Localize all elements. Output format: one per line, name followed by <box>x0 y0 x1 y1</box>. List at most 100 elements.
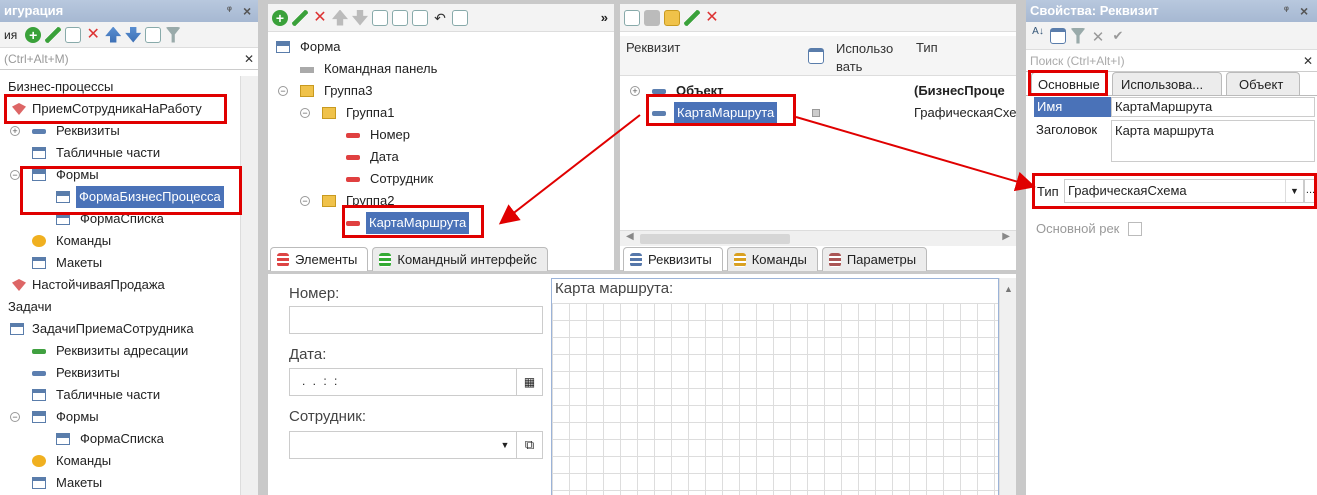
config-search-input[interactable]: (Ctrl+Alt+M) ✕ <box>0 48 258 70</box>
tab-usage[interactable]: Использова... <box>1112 72 1222 96</box>
attr-row-object[interactable]: + Объект (БизнесПроце <box>620 80 1016 102</box>
element-data[interactable]: Дата <box>268 146 614 168</box>
tree-item-rekvizity[interactable]: + Реквизиты <box>0 120 240 142</box>
tab-command-interface[interactable]: Командный интерфейс <box>372 247 548 271</box>
col-use[interactable]: Использо вать <box>836 40 906 76</box>
filter-icon[interactable] <box>165 26 182 43</box>
edit-icon[interactable] <box>45 26 62 43</box>
more-icon[interactable]: » <box>601 10 608 25</box>
tree-item-forma-bp[interactable]: ФормаБизнесПроцесса <box>0 186 240 208</box>
element-command-panel[interactable]: Командная панель <box>268 58 614 80</box>
tree-item-commands-2[interactable]: Команды <box>0 450 240 472</box>
tree-item-business-processes[interactable]: Бизнес-процессы <box>0 76 240 98</box>
tree-item-rekvizity-2[interactable]: Реквизиты <box>0 362 240 384</box>
add-icon[interactable]: + <box>25 26 42 43</box>
move-up-icon[interactable] <box>332 9 348 26</box>
prop-name-input[interactable]: КартаМаршрута <box>1111 97 1315 117</box>
collapse-icon[interactable]: − <box>300 108 310 118</box>
tree-item-commands[interactable]: Команды <box>0 230 240 252</box>
tree-item-tabular-2[interactable]: Табличные части <box>0 384 240 406</box>
properties-search-input[interactable]: Поиск (Ctrl+Alt+I) ✕ <box>1026 50 1317 72</box>
use-checkbox[interactable] <box>812 109 820 117</box>
group-icon[interactable] <box>412 9 428 26</box>
clear-search-icon[interactable]: ✕ <box>244 48 254 70</box>
config-scrollbar[interactable] <box>240 76 258 495</box>
tree-item-tabular[interactable]: Табличные части <box>0 142 240 164</box>
scroll-left-icon[interactable]: ◀ <box>626 231 634 242</box>
pin-icon[interactable]: ᵠ <box>227 0 232 22</box>
sort-icon[interactable]: A↓ <box>1030 26 1046 44</box>
element-group2[interactable]: − Группа2 <box>268 190 614 212</box>
prop-title-input[interactable]: Карта маршрута <box>1111 120 1315 162</box>
dropdown-icon[interactable]: ▼ <box>1285 180 1303 202</box>
add-column-icon[interactable] <box>644 9 660 26</box>
close-icon[interactable]: × <box>1300 0 1308 22</box>
tree-item-forms-2[interactable]: − Формы <box>0 406 240 428</box>
tab-parameters[interactable]: Параметры <box>821 247 928 271</box>
collapse-icon[interactable]: − <box>278 86 288 96</box>
type-select-button[interactable]: ... <box>1304 179 1317 203</box>
element-nomer[interactable]: Номер <box>268 124 614 146</box>
nomer-input[interactable] <box>289 306 543 334</box>
apply-icon[interactable]: ✔ <box>1110 28 1126 44</box>
tree-item-priem[interactable]: ПриемСотрудникаНаРаботу <box>0 98 240 120</box>
collapse-icon[interactable]: − <box>10 170 20 180</box>
form-settings-icon[interactable] <box>372 9 388 26</box>
attr-row-karta[interactable]: КартаМаршрута ГрафическаяСхе <box>620 102 1016 124</box>
undo-icon[interactable]: ↶ <box>432 10 448 26</box>
col-rekvizit[interactable]: Реквизит <box>626 40 680 55</box>
scroll-thumb[interactable] <box>640 234 790 244</box>
check-icon[interactable] <box>452 9 468 26</box>
tree-item-addressing[interactable]: Реквизиты адресации <box>0 340 240 362</box>
collapse-icon[interactable]: − <box>300 196 310 206</box>
tree-item-task-priem[interactable]: ЗадачиПриемаСотрудника <box>0 318 240 340</box>
map-grid[interactable] <box>552 303 998 495</box>
scroll-up-icon[interactable]: ▲ <box>1004 284 1013 294</box>
scroll-right-icon[interactable]: ▶ <box>1002 231 1010 242</box>
collapse-icon[interactable]: − <box>10 412 20 422</box>
tree-item-forms[interactable]: − Формы <box>0 164 240 186</box>
element-group1[interactable]: − Группа1 <box>268 102 614 124</box>
move-down-icon[interactable] <box>125 26 142 43</box>
delete-icon[interactable]: ✕ <box>312 9 328 26</box>
attributes-hscroll[interactable]: ◀ ▶ <box>620 230 1016 246</box>
element-group3[interactable]: − Группа3 <box>268 80 614 102</box>
add-attribute-icon[interactable] <box>624 9 640 26</box>
tab-attributes[interactable]: Реквизиты <box>623 247 723 271</box>
tab-elements[interactable]: Элементы <box>270 247 369 271</box>
calendar-icon[interactable]: ▦ <box>516 369 542 395</box>
element-form[interactable]: Форма <box>268 36 614 58</box>
element-sotrudnik[interactable]: Сотрудник <box>268 168 614 190</box>
preview-scrollbar[interactable]: ▲ <box>999 278 1016 495</box>
tab-commands[interactable]: Команды <box>726 247 818 271</box>
add-group-icon[interactable] <box>664 9 680 26</box>
actions-menu[interactable]: ия <box>4 28 17 42</box>
sotrudnik-input[interactable]: ▼ ⧉ <box>289 431 543 459</box>
tree-item-forma-spiska-2[interactable]: ФормаСписка <box>0 428 240 450</box>
expand-icon[interactable]: + <box>10 126 20 136</box>
tab-main[interactable]: Основные <box>1031 72 1108 96</box>
list-icon[interactable] <box>145 26 162 43</box>
tree-item-tasks[interactable]: Задачи <box>0 296 240 318</box>
edit-icon[interactable] <box>292 9 308 26</box>
edit-icon[interactable] <box>684 9 700 26</box>
close-icon[interactable]: × <box>243 0 251 22</box>
tree-item-forma-spiska[interactable]: ФормаСписка <box>0 208 240 230</box>
open-icon[interactable]: ⧉ <box>516 432 542 458</box>
dropdown-icon[interactable]: ▼ <box>494 432 516 458</box>
element-karta[interactable]: КартаМаршрута <box>268 212 614 234</box>
move-up-icon[interactable] <box>105 26 122 43</box>
data-input[interactable]: . . : : ▦ <box>289 368 543 396</box>
tree-item-nastoichivaya[interactable]: НастойчиваяПродажа <box>0 274 240 296</box>
tab-object[interactable]: Объект <box>1226 72 1300 96</box>
prop-type-select[interactable]: ГрафическаяСхема ▼ <box>1064 179 1304 203</box>
delete-icon[interactable]: ✕ <box>704 9 720 26</box>
clear-search-icon[interactable]: ✕ <box>1303 50 1313 72</box>
tree-item-layouts-2[interactable]: Макеты <box>0 472 240 494</box>
display-icon[interactable] <box>392 9 408 26</box>
pin-icon[interactable]: ᵠ <box>1284 0 1289 22</box>
copy-icon[interactable] <box>65 26 82 43</box>
add-icon[interactable]: + <box>272 9 288 26</box>
cancel-icon[interactable]: ✕ <box>1090 28 1106 46</box>
delete-icon[interactable]: ✕ <box>85 26 101 43</box>
